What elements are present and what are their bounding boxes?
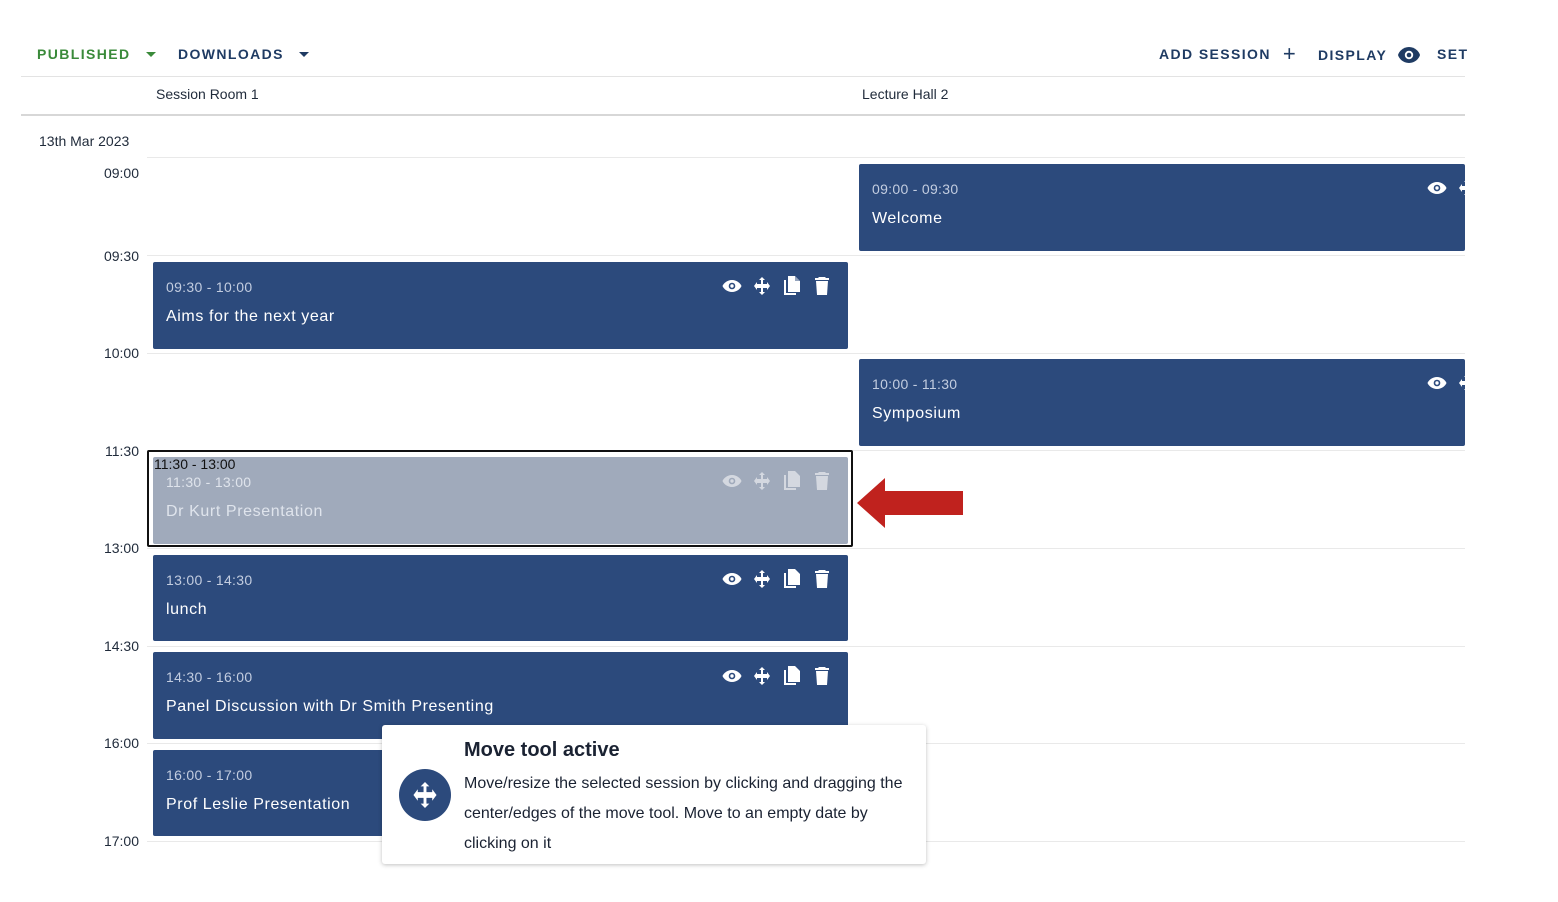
eye-icon[interactable]	[1427, 373, 1447, 393]
red-arrow-icon	[857, 478, 963, 528]
move-icon[interactable]	[752, 471, 772, 491]
add-session-label: ADD SESSION	[1159, 46, 1271, 62]
delete-icon[interactable]	[812, 666, 832, 686]
time-label: 11:30	[105, 443, 139, 459]
session-title: Prof Leslie Presentation	[166, 796, 351, 813]
copy-icon[interactable]	[782, 666, 802, 686]
time-label: 14:30	[103, 638, 139, 654]
grid-line	[147, 255, 1465, 256]
display-label: DISPLAY	[1318, 47, 1388, 63]
tooltip-title: Move tool active	[464, 739, 620, 761]
move-icon[interactable]	[752, 569, 772, 589]
session-time: 10:00 - 11:30	[872, 376, 958, 392]
session-time: 09:00 - 09:30	[872, 181, 959, 197]
caret-down-icon	[298, 51, 309, 57]
session-title: Symposium	[872, 405, 961, 422]
caret-down-icon	[145, 51, 156, 57]
time-label: 09:00	[103, 165, 139, 181]
schedule-editor: PUBLISHED DOWNLOADS ADD SESSION + DISPLA…	[0, 0, 1558, 902]
published-dropdown[interactable]: PUBLISHED	[37, 46, 156, 62]
session-time: 14:30 - 16:00	[166, 669, 253, 685]
grid-line	[147, 353, 1465, 354]
downloads-label: DOWNLOADS	[178, 46, 284, 62]
grid-line	[147, 548, 1465, 549]
add-session-button[interactable]: ADD SESSION +	[1159, 41, 1298, 66]
session-time: 11:30 - 13:00	[166, 474, 252, 490]
header-divider	[21, 114, 1465, 116]
delete-icon[interactable]	[812, 471, 832, 491]
copy-icon[interactable]	[782, 276, 802, 296]
session-time: 09:30 - 10:00	[166, 279, 253, 295]
move-icon	[399, 769, 451, 821]
downloads-dropdown[interactable]: DOWNLOADS	[178, 46, 309, 62]
session-card[interactable]: 09:00 - 09:30 Welcome	[859, 164, 1475, 251]
eye-icon[interactable]	[722, 569, 742, 589]
column-header-lecture-hall-2: Lecture Hall 2	[862, 86, 949, 102]
copy-icon[interactable]	[782, 569, 802, 589]
copy-icon[interactable]	[782, 471, 802, 491]
time-label: 13:00	[103, 540, 139, 556]
drag-time-readout: 11:30 - 13:00	[154, 456, 236, 472]
session-title: lunch	[166, 601, 208, 618]
session-card[interactable]: 09:30 - 10:00 Aims for the next year	[153, 262, 848, 349]
column-header-session-room-1: Session Room 1	[156, 86, 259, 102]
session-card[interactable]: 13:00 - 14:30 lunch	[153, 555, 848, 641]
settings-button[interactable]: SET	[1437, 46, 1468, 62]
date-label: 13th Mar 2023	[39, 133, 130, 149]
session-card-selected[interactable]: 11:30 - 13:00 Dr Kurt Presentation	[153, 457, 848, 544]
grid-line	[147, 157, 1465, 158]
time-label: 10:00	[103, 345, 139, 361]
delete-icon[interactable]	[812, 569, 832, 589]
settings-label: SET	[1437, 46, 1469, 62]
session-title: Aims for the next year	[166, 308, 335, 325]
session-title: Panel Discussion with Dr Smith Presentin…	[166, 698, 494, 715]
session-title: Dr Kurt Presentation	[166, 503, 323, 520]
time-label: 09:30	[103, 248, 139, 264]
toolbar: PUBLISHED DOWNLOADS ADD SESSION + DISPLA…	[21, 36, 1468, 77]
session-time: 13:00 - 14:30	[166, 572, 253, 588]
grid-line	[147, 646, 1465, 647]
session-card[interactable]: 10:00 - 11:30 Symposium	[859, 359, 1475, 446]
display-button[interactable]: DISPLAY	[1318, 46, 1421, 64]
published-label: PUBLISHED	[37, 46, 131, 62]
move-icon[interactable]	[1457, 373, 1477, 393]
move-tool-tooltip: Move tool active Move/resize the selecte…	[382, 725, 926, 864]
move-icon[interactable]	[752, 666, 772, 686]
plus-icon: +	[1282, 41, 1298, 66]
delete-icon[interactable]	[812, 276, 832, 296]
tooltip-body: Move/resize the selected session by clic…	[464, 775, 903, 852]
time-label: 17:00	[103, 833, 139, 849]
move-icon[interactable]	[752, 276, 772, 296]
move-icon[interactable]	[1457, 178, 1477, 198]
eye-icon	[1397, 46, 1421, 64]
eye-icon[interactable]	[722, 471, 742, 491]
session-time: 16:00 - 17:00	[166, 767, 253, 783]
session-title: Welcome	[872, 210, 943, 227]
eye-icon[interactable]	[722, 276, 742, 296]
eye-icon[interactable]	[722, 666, 742, 686]
eye-icon[interactable]	[1427, 178, 1447, 198]
time-label: 16:00	[103, 735, 139, 751]
